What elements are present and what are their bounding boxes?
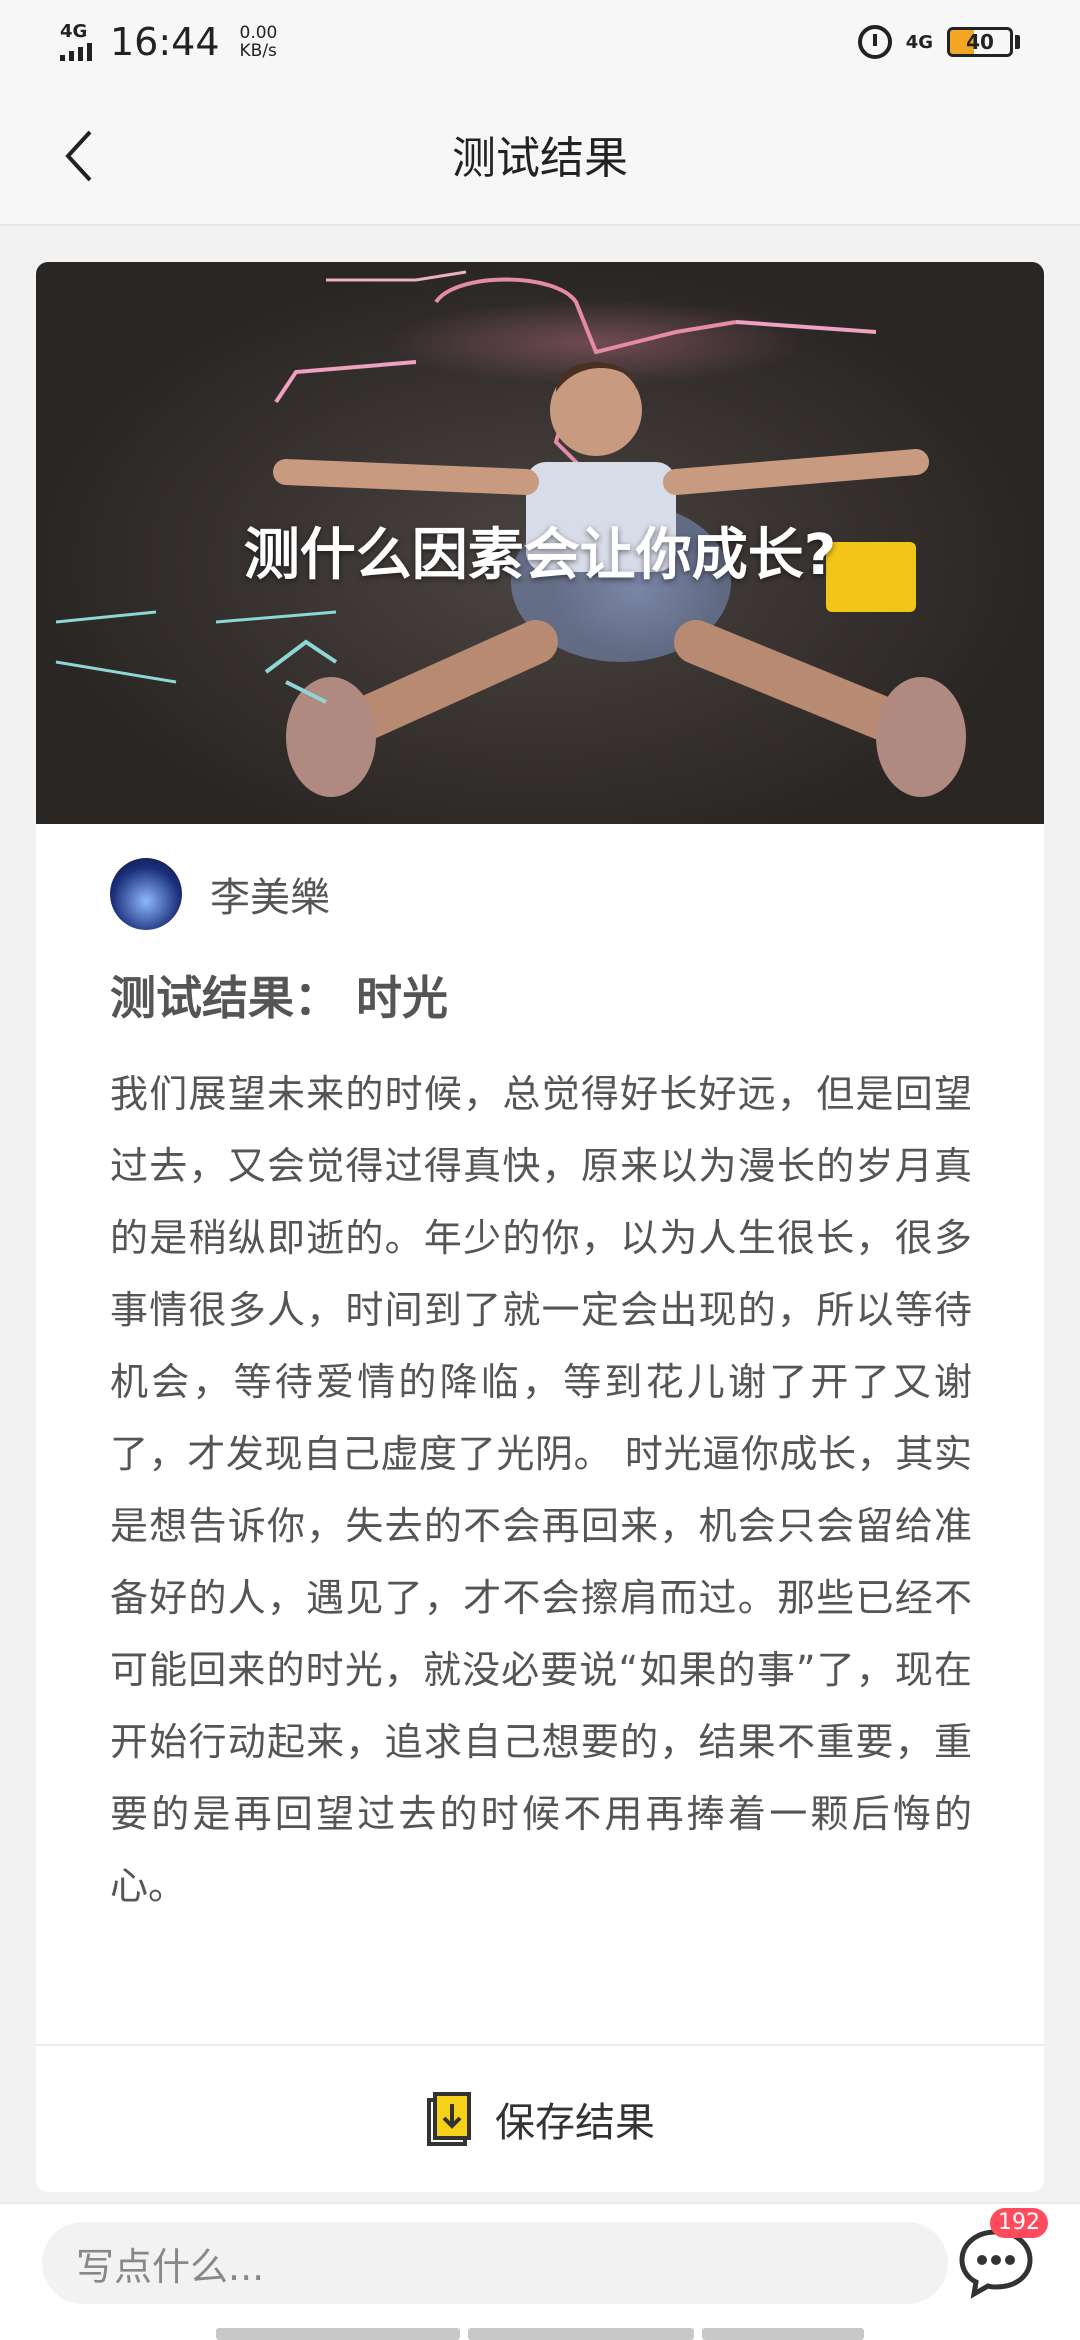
network-type: 4G xyxy=(60,21,88,42)
quiz-title: 测什么因素会让你成长? xyxy=(243,523,837,588)
status-bar: 4G 16:44 0.00 KB/s 4G 40 xyxy=(0,0,1080,84)
comment-count-badge: 192 xyxy=(990,2208,1048,2238)
hero-image: 测什么因素会让你成长? xyxy=(36,262,1044,824)
network-speed: 0.00 KB/s xyxy=(239,23,278,61)
nav-bar: 测试结果 xyxy=(0,84,1080,226)
page-title: 测试结果 xyxy=(452,133,628,184)
network-type-right: 4G xyxy=(905,31,933,53)
alarm-icon xyxy=(857,25,892,59)
author-row[interactable]: 李美樂 xyxy=(110,858,330,930)
result-description: 我们展望未来的时候，总觉得好长好远，但是回望过去，又会觉得过得真快，原来以为漫长… xyxy=(110,1072,972,1908)
author-name[interactable]: 李美樂 xyxy=(210,865,330,923)
comment-bar: 写点什么... 192 xyxy=(0,2202,1080,2340)
save-result-label: 保存结果 xyxy=(495,2100,655,2146)
download-file-icon xyxy=(427,2092,471,2146)
result-title: 测试结果： 时光 xyxy=(110,971,449,1025)
signal-icon: 4G xyxy=(60,23,92,61)
back-button[interactable] xyxy=(50,124,110,188)
comment-input[interactable]: 写点什么... xyxy=(42,2222,948,2304)
avatar[interactable] xyxy=(110,858,182,930)
chevron-left-icon xyxy=(65,130,92,182)
battery-level: 40 xyxy=(966,30,994,54)
clock: 16:44 xyxy=(110,20,220,64)
home-indicator xyxy=(0,2328,1080,2340)
comment-placeholder: 写点什么... xyxy=(76,2244,265,2289)
battery-icon: 40 xyxy=(947,27,1013,57)
save-result-button[interactable]: 保存结果 xyxy=(36,2046,1044,2192)
result-card: 测什么因素会让你成长? 李美樂 测试结果： 时光 我们展望未来的时候，总觉得好长… xyxy=(36,262,1044,2192)
